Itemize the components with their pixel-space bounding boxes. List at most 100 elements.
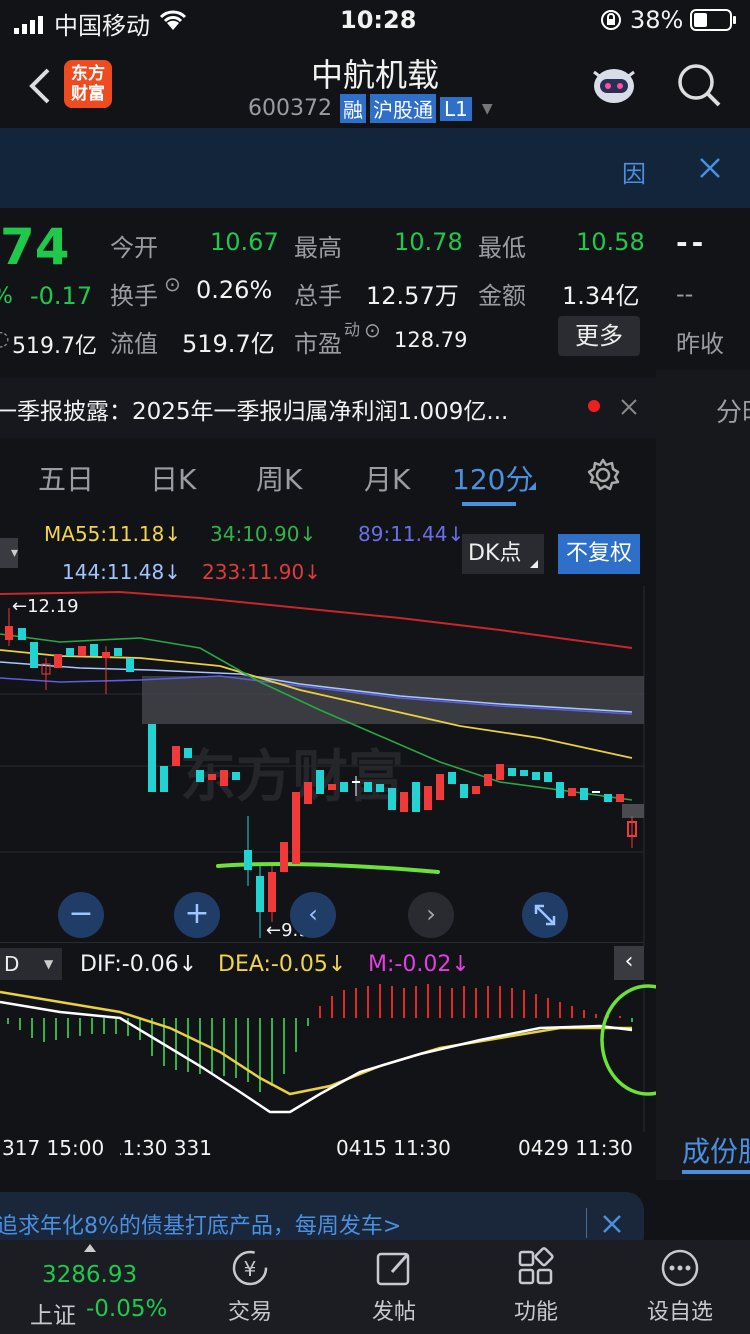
news-text: 一季报披露：2025年一季报归属净利润1.009亿... (0, 399, 509, 425)
yuan-icon: ¥ (232, 1250, 268, 1286)
more-button[interactable]: 更多 (558, 316, 640, 356)
price-marker (622, 804, 644, 818)
tab-daily[interactable]: 日K (150, 458, 196, 498)
signal-icon (14, 12, 48, 34)
collapse-panel-button[interactable]: ‹ (614, 946, 644, 980)
more-dots-icon (661, 1249, 699, 1287)
clock: 10:28 (340, 6, 417, 34)
amount-value: 1.34亿 (562, 282, 640, 310)
nav-trade[interactable]: ¥ 交易 (200, 1246, 300, 1326)
macd-header-divider (0, 942, 644, 943)
ma34-label: 34:10.90↓ (210, 522, 317, 546)
nav-trade-label: 交易 (227, 1300, 272, 1325)
dk-caret (530, 560, 538, 568)
notice-banner[interactable]: 因 (0, 128, 750, 208)
high-annotation: ←12.19 (12, 596, 79, 617)
dash-value-1: -- (676, 226, 708, 259)
period-tabs: 五日 日K 周K 月K 120分 (0, 440, 656, 512)
svg-text:¥: ¥ (244, 1257, 257, 1281)
turnover-label: 换手 (110, 282, 158, 310)
low-value: 10.58 (576, 228, 645, 256)
ma144-label: 144:11.48↓ (62, 560, 181, 584)
settings-gear-icon[interactable] (586, 458, 620, 499)
fullscreen-button[interactable] (522, 892, 568, 938)
no-adjust-button[interactable]: 不复权 (558, 534, 640, 574)
scroll-right-button[interactable]: › (408, 892, 454, 938)
float-label: 流值 (110, 330, 158, 358)
dea-label: DEA:-0.05↓ (218, 952, 347, 977)
indicator-dropdown-left[interactable]: ▾ (0, 538, 18, 568)
banner-fade (648, 152, 678, 184)
carrier: 中国移动 (54, 12, 150, 40)
tag-rong: 融 (339, 94, 366, 123)
m-label: M:-0.02↓ (368, 952, 470, 977)
stock-code-row[interactable]: 600372 融 沪股通 L1 ▼ (248, 94, 493, 123)
close-news-icon[interactable] (620, 398, 638, 420)
macd-selector[interactable]: D ▼ (0, 948, 62, 980)
zoom-out-button[interactable]: − (58, 892, 104, 938)
volume-label: 总手 (294, 282, 342, 310)
tab-underline (462, 502, 516, 506)
stock-code: 600372 (248, 96, 332, 121)
wifi-icon (158, 8, 188, 38)
macd-svg (0, 982, 656, 1132)
tag-level: L1 (439, 96, 472, 121)
battery-icon (690, 9, 738, 37)
status-bar: 中国移动 10:28 38% (0, 0, 750, 40)
dif-line (0, 1000, 633, 1114)
tab-weekly[interactable]: 周K (256, 458, 302, 498)
x-tick-1: 331 11:30 (120, 1136, 212, 1160)
intraday-tab[interactable]: 分时 (716, 392, 750, 429)
macd-bars (7, 984, 633, 1092)
lock-rotation-icon (600, 9, 622, 37)
prev-close-label: 昨收 (676, 330, 724, 358)
dk-button[interactable]: DK点 (462, 534, 544, 574)
kline-chart-area[interactable]: ▾ MA55:11.18↓ 34:10.90↓ 89:11.44↓ 144:11… (0, 512, 656, 1162)
open-label: 今开 (110, 234, 158, 262)
nav-watchlist[interactable]: 设自选 (630, 1246, 730, 1326)
close-promo-icon[interactable] (602, 1214, 622, 1238)
dash-value-2: -- (676, 280, 694, 308)
pe-sup: 动 (344, 320, 361, 339)
market-cap: 519.7亿 (12, 334, 97, 359)
tab-monthly[interactable]: 月K (364, 458, 410, 498)
promo-divider (586, 1208, 587, 1238)
nav-post[interactable]: 发帖 (344, 1246, 444, 1326)
constituents-tab[interactable]: 成份股 (682, 1130, 750, 1170)
ma55-label: MA55:11.18↓ (44, 522, 182, 546)
search-icon[interactable] (676, 62, 722, 112)
chevron-down-icon[interactable]: ▼ (482, 101, 493, 117)
high-value: 10.78 (394, 228, 463, 256)
ma233-label: 233:11.90↓ (202, 560, 321, 584)
news-ticker[interactable]: 一季报披露：2025年一季报归属净利润1.009亿... (0, 378, 656, 438)
index-value[interactable]: 3286.93 (42, 1262, 137, 1288)
last-price: 74 (0, 218, 70, 276)
pe-info-icon[interactable]: ⊙ (364, 318, 381, 342)
pe-value: 128.79 (394, 328, 468, 352)
promo-text: 追求年化8%的债基打底产品，每周发车> (0, 1214, 402, 1239)
scroll-left-button[interactable]: ‹ (290, 892, 336, 938)
turnover-value: 0.26% (196, 276, 273, 304)
banner-text: 因 (622, 160, 646, 188)
ma89-label: 89:11.44↓ (358, 522, 465, 546)
tag-hgt: 沪股通 (369, 94, 436, 123)
open-value: 10.67 (210, 228, 279, 256)
zoom-in-button[interactable]: + (174, 892, 220, 938)
close-icon[interactable] (698, 156, 722, 184)
tab-120min[interactable]: 120分 (452, 458, 533, 498)
battery-percent: 38% (630, 6, 684, 34)
dea-line (0, 990, 632, 1096)
unread-dot (588, 400, 600, 412)
low-label: 最低 (478, 234, 526, 262)
index-name: 上证 (30, 1303, 76, 1329)
info-icon[interactable]: ⊙ (164, 272, 181, 296)
right-side-panel[interactable]: 分时 成份股 (656, 370, 750, 1180)
grid-icon (518, 1247, 554, 1285)
nav-functions[interactable]: 功能 (486, 1246, 586, 1326)
edit-icon (376, 1252, 410, 1286)
nav-functions-label: 功能 (513, 1300, 558, 1325)
price-change: -0.17 (30, 282, 93, 310)
tab-5day[interactable]: 五日 (38, 458, 94, 498)
robot-assistant-icon[interactable] (588, 62, 640, 112)
index-change: -0.05% (86, 1296, 168, 1322)
